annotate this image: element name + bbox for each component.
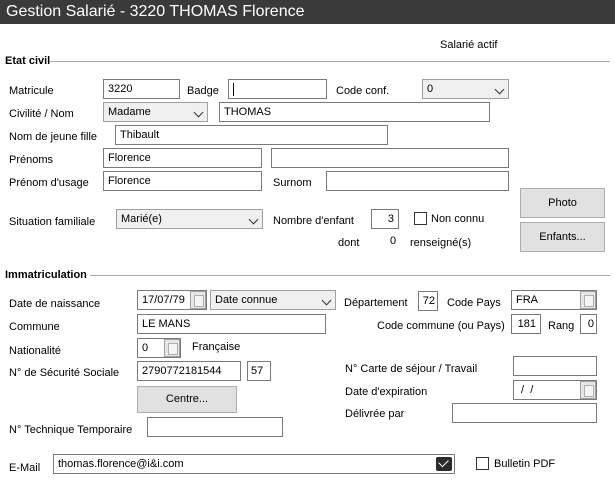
prenom-usage-field[interactable]: Florence: [103, 171, 262, 191]
date-type-select[interactable]: Date connue: [210, 290, 336, 310]
nom-jeune-fille-label: Nom de jeune fille: [9, 131, 98, 143]
section-immatriculation: Immatriculation: [5, 269, 87, 281]
securite-sociale-field[interactable]: 2790772181544: [137, 361, 241, 381]
commune-label: Commune: [9, 321, 60, 333]
code-pays-field[interactable]: FRA: [511, 290, 597, 310]
badge-field[interactable]: [228, 79, 327, 99]
rang-label: Rang: [548, 320, 575, 332]
window-title: Gestion Salarié - 3220 THOMAS Florence: [6, 3, 305, 20]
prenoms-extra-field[interactable]: [271, 148, 509, 168]
chevron-down-icon: [494, 84, 505, 95]
chevron-down-icon: [248, 214, 259, 225]
photo-button[interactable]: Photo: [520, 188, 605, 218]
delivree-par-field[interactable]: [452, 403, 597, 423]
text-cursor: [233, 83, 234, 96]
situation-familiale-select[interactable]: Marié(e): [116, 209, 263, 229]
date-naissance-label: Date de naissance: [9, 298, 101, 310]
rang-field[interactable]: 0: [580, 314, 597, 334]
commune-field[interactable]: LE MANS: [137, 314, 326, 334]
nombre-enfant-label: Nombre d'enfant: [273, 215, 354, 227]
code-pays-label: Code Pays: [447, 297, 501, 309]
prenom-usage-label: Prénom d'usage: [9, 177, 89, 189]
securite-sociale-cle-field[interactable]: 57: [247, 361, 271, 381]
nom-jeune-fille-field[interactable]: Thibault: [115, 125, 388, 145]
renseignes-label: renseigné(s): [410, 237, 472, 249]
situation-familiale-label: Situation familiale: [9, 216, 96, 228]
section-divider: [90, 275, 610, 276]
code-commune-label: Code commune (ou Pays): [377, 320, 505, 332]
bulletin-pdf-label: Bulletin PDF: [494, 458, 556, 470]
bulletin-pdf-checkbox[interactable]: [476, 457, 489, 470]
email-field[interactable]: thomas.florence@i&i.com: [53, 454, 455, 474]
nombre-enfant-field[interactable]: 3: [371, 209, 399, 229]
non-connu-checkbox[interactable]: [414, 212, 427, 225]
non-connu-label: Non connu: [431, 213, 485, 225]
surnom-label: Surnom: [273, 177, 312, 189]
delivree-par-label: Délivrée par: [345, 408, 405, 420]
email-label: E-Mail: [9, 462, 41, 474]
ntt-label: N° Technique Temporaire: [9, 424, 133, 436]
matricule-field[interactable]: 3220: [103, 79, 180, 99]
code-conf-select[interactable]: 0: [422, 79, 509, 99]
ntt-field[interactable]: [147, 417, 283, 437]
calendar-icon[interactable]: [190, 291, 206, 309]
civilite-nom-label: Civilité / Nom: [9, 108, 74, 120]
surnom-field[interactable]: [326, 171, 509, 191]
nationalite-code-field[interactable]: 0: [137, 338, 181, 358]
securite-sociale-label: N° de Sécurité Sociale: [9, 367, 120, 379]
carte-sejour-label: N° Carte de séjour / Travail: [345, 363, 478, 375]
date-expiration-label: Date d'expiration: [345, 386, 428, 398]
badge-label: Badge: [187, 85, 219, 97]
chevron-down-icon: [321, 295, 332, 306]
section-divider: [50, 61, 610, 62]
mail-icon[interactable]: [436, 457, 452, 471]
departement-field[interactable]: 72: [418, 291, 438, 311]
code-conf-label: Code conf.: [336, 85, 390, 97]
prenoms-field[interactable]: Florence: [103, 148, 262, 168]
enfants-button[interactable]: Enfants...: [520, 222, 605, 252]
status-label: Salarié actif: [440, 39, 498, 51]
window-title-bar: Gestion Salarié - 3220 THOMAS Florence: [0, 0, 615, 24]
carte-sejour-field[interactable]: [513, 356, 597, 376]
lookup-icon[interactable]: [164, 339, 180, 357]
nationalite-value: Française: [192, 341, 241, 353]
prenoms-label: Prénoms: [9, 154, 54, 166]
nom-field[interactable]: THOMAS: [219, 102, 490, 122]
section-etat-civil: Etat civil: [5, 55, 51, 67]
date-expiration-field[interactable]: / /: [513, 380, 597, 400]
departement-label: Département: [344, 297, 408, 309]
chevron-down-icon: [193, 107, 204, 118]
dont-label: dont: [338, 237, 360, 249]
calendar-icon[interactable]: [580, 381, 596, 399]
matricule-label: Matricule: [9, 85, 54, 97]
nationalite-label: Nationalité: [9, 345, 61, 357]
date-naissance-field[interactable]: 17/07/79: [137, 290, 207, 310]
enfants-renseignes-count: 0: [390, 235, 397, 247]
code-commune-field[interactable]: 181: [511, 314, 541, 334]
lookup-icon[interactable]: [580, 291, 596, 309]
centre-button[interactable]: Centre...: [137, 386, 237, 413]
civilite-select[interactable]: Madame: [103, 102, 208, 122]
